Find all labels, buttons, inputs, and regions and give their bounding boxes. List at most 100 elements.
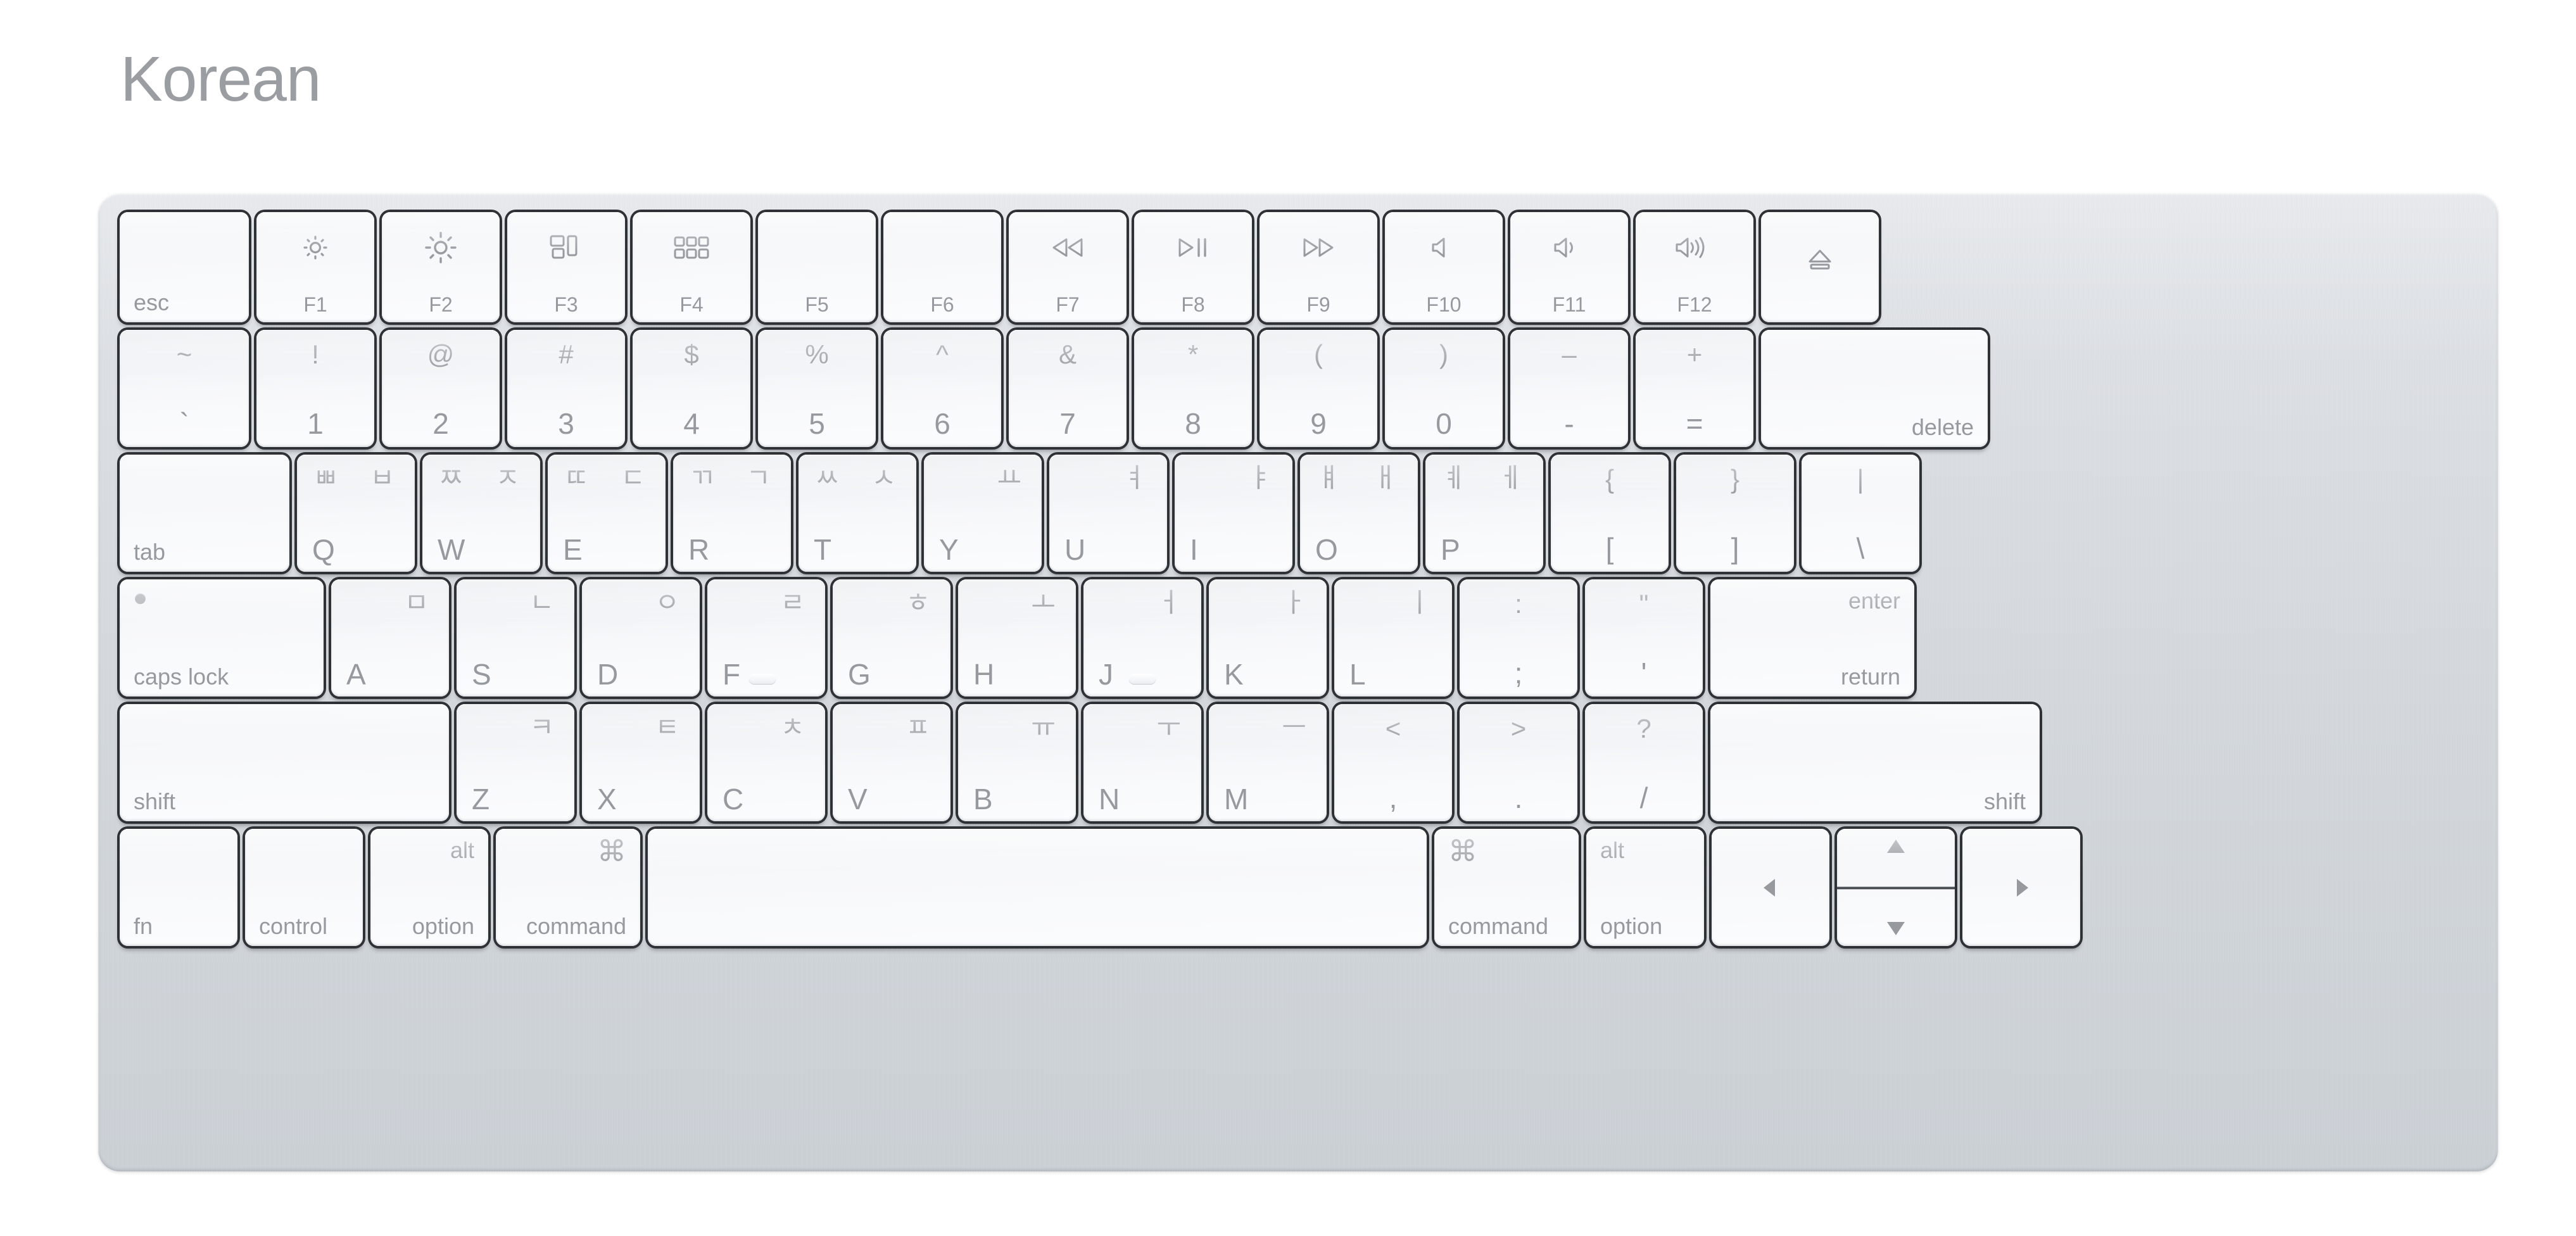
key-quote[interactable]: " ' [1585,579,1703,697]
key-h[interactable]: ㅗ H [958,579,1076,697]
key-9[interactable]: ( 9 [1260,330,1377,447]
key-v[interactable]: ㅍ V [833,704,950,821]
key-s[interactable]: ㄴ S [457,579,574,697]
command-right-glyph-icon: ⌘ [1448,835,1477,867]
key-arrow-left[interactable] [1712,829,1829,946]
key-0[interactable]: ) 0 [1385,330,1503,447]
key-option-right[interactable]: alt option [1586,829,1704,946]
launchpad-icon [633,229,750,267]
fast-forward-icon [1260,229,1377,267]
key-w[interactable]: ㅉ ㅈ W [422,455,540,572]
key-3[interactable]: # 3 [507,330,625,447]
comma-base-legend: , [1389,781,1398,814]
key-m[interactable]: ㅡ M [1209,704,1327,821]
key-f3[interactable]: F3 [507,212,625,322]
key-delete[interactable]: delete [1761,330,1988,447]
key-command-right[interactable]: ⌘ command [1434,829,1579,946]
key-d-hangul: ㅇ [655,588,679,617]
key-bracket-right[interactable]: } ] [1676,455,1794,572]
top-letter-row: tab ㅃ ㅂ Q ㅉ ㅈ W ㄸ ㄷ E ㄲ ㄱ R ㅆ ㅅ T ㅛ Y ㅕ … [120,455,1919,572]
key-i-hangul: ㅑ [1247,463,1272,493]
key-r[interactable]: ㄲ ㄱ R [673,455,791,572]
key-4[interactable]: $ 4 [633,330,750,447]
key-arrow-up-down[interactable] [1837,829,1955,946]
key-eject[interactable] [1761,212,1879,322]
key-caps-lock[interactable]: caps lock [120,579,324,697]
key-g[interactable]: ㅎ G [833,579,950,697]
key-comma[interactable]: < , [1334,704,1452,821]
key-f[interactable]: ㄹ F [707,579,825,697]
key-f12[interactable]: F12 [1636,212,1753,322]
option-right-label: option [1600,913,1663,939]
key-esc[interactable]: esc [120,212,249,322]
key-n[interactable]: ㅜ N [1083,704,1201,821]
key-b[interactable]: ㅠ B [958,704,1076,821]
key-s-latin: S [472,658,491,691]
key-f5[interactable]: F5 [758,212,876,322]
key-f1[interactable]: F1 [256,212,374,322]
key-e-hangul: ㄷ [621,463,645,493]
key-grave[interactable]: ~ ` [120,330,249,447]
quote-base-legend: ' [1641,657,1647,690]
key-minus[interactable]: – - [1510,330,1628,447]
key-f8[interactable]: F8 [1134,212,1252,322]
key-return[interactable]: enter return [1710,579,1914,697]
key-2[interactable]: @ 2 [382,330,500,447]
key-shift-right[interactable]: shift [1710,704,2040,821]
key-fn[interactable]: fn [120,829,237,946]
key-6[interactable]: ^ 6 [883,330,1001,447]
key-5[interactable]: % 5 [758,330,876,447]
semicolon-shift-legend: : [1515,589,1522,619]
key-backslash[interactable]: | \ [1802,455,1919,572]
key-option-left[interactable]: alt option [370,829,488,946]
digit-6-base-legend: 6 [934,407,950,440]
key-f10[interactable]: F10 [1385,212,1503,322]
backslash-base-legend: \ [1856,532,1865,565]
key-d[interactable]: ㅇ D [582,579,700,697]
key-semicolon[interactable]: : ; [1460,579,1577,697]
key-f9[interactable]: F9 [1260,212,1377,322]
key-equal[interactable]: + = [1636,330,1753,447]
option-left-alt-label: alt [450,837,474,863]
key-e[interactable]: ㄸ ㄷ E [548,455,666,572]
key-i[interactable]: ㅑ I [1175,455,1292,572]
key-y[interactable]: ㅛ Y [924,455,1042,572]
key-x[interactable]: ㅌ X [582,704,700,821]
key-command-left[interactable]: ⌘ command [496,829,640,946]
key-l[interactable]: ㅣ L [1334,579,1452,697]
key-slash[interactable]: ? / [1585,704,1703,821]
key-j[interactable]: ㅓ J [1083,579,1201,697]
key-a[interactable]: ㅁ A [331,579,449,697]
slash-base-legend: / [1639,781,1648,814]
key-p[interactable]: ㅖ ㅔ P [1425,455,1543,572]
key-z[interactable]: ㅋ Z [457,704,574,821]
return-label: return [1840,664,1900,690]
key-space[interactable] [648,829,1427,946]
key-tab[interactable]: tab [120,455,289,572]
key-shift-left[interactable]: shift [120,704,449,821]
key-q-hangul-shift: ㅃ [313,463,338,493]
key-f6[interactable]: F6 [883,212,1001,322]
key-bracket-left[interactable]: { [ [1551,455,1669,572]
key-control[interactable]: control [245,829,363,946]
key-c[interactable]: ㅊ C [707,704,825,821]
key-k[interactable]: ㅏ K [1209,579,1327,697]
key-q-hangul: ㅂ [370,463,395,493]
key-8[interactable]: * 8 [1134,330,1252,447]
key-f2[interactable]: F2 [382,212,500,322]
key-period[interactable]: > . [1460,704,1577,821]
digit-1-shift-legend: ! [312,339,319,369]
key-arrow-right[interactable] [1962,829,2080,946]
key-7[interactable]: & 7 [1009,330,1127,447]
key-o[interactable]: ㅒ ㅐ O [1300,455,1418,572]
key-f4[interactable]: F4 [633,212,750,322]
arrow-down-icon[interactable] [1837,879,1955,947]
key-f11[interactable]: F11 [1510,212,1628,322]
key-t[interactable]: ㅆ ㅅ T [799,455,916,572]
key-q[interactable]: ㅃ ㅂ Q [297,455,415,572]
key-f7[interactable]: F7 [1009,212,1127,322]
bracket-left-base-legend: [ [1605,532,1614,565]
digit-7-shift-legend: & [1058,339,1076,369]
key-u[interactable]: ㅕ U [1049,455,1167,572]
key-1[interactable]: ! 1 [256,330,374,447]
